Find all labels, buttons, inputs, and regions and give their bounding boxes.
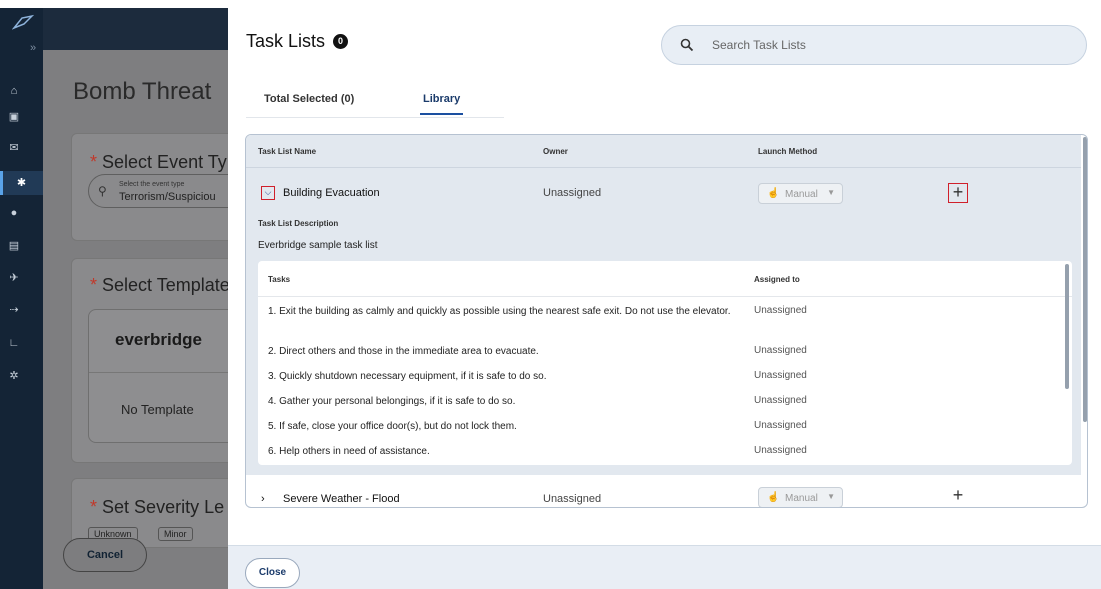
tasks-scrollbar[interactable] (1065, 264, 1069, 389)
add-task-list-button[interactable]: + (948, 486, 968, 507)
task-assigned: Unassigned (754, 395, 807, 406)
add-task-list-button[interactable]: + (948, 183, 968, 203)
launch-method-value: Manual (785, 493, 818, 504)
no-template-label: No Template (121, 402, 194, 417)
search-icon (680, 38, 694, 52)
template-label: * Select Template (90, 275, 230, 295)
expand-nav-icon[interactable]: » (30, 42, 36, 54)
template-card: * Select Template everbridge No Template (71, 258, 248, 463)
incidents-icon[interactable]: ▣ (6, 109, 22, 125)
launch-method-select[interactable]: ☝ Manual ▼ (758, 183, 843, 204)
caret-down-icon: ▼ (827, 492, 835, 501)
tab-bar: Total Selected (0) Library (246, 86, 504, 118)
tasks-column: Tasks (268, 275, 291, 284)
task-assigned: Unassigned (754, 345, 807, 356)
description-text: Everbridge sample task list (258, 240, 378, 251)
event-type-label: * Select Event Ty (90, 152, 227, 172)
task-list-name: Severe Weather - Flood (283, 493, 400, 505)
settings-icon[interactable]: ✲ (6, 368, 22, 384)
column-owner[interactable]: Owner (543, 147, 568, 156)
background-topbar (43, 8, 233, 50)
chevron-right-icon[interactable]: › (261, 493, 265, 505)
caret-down-icon: ▼ (827, 188, 835, 197)
drawer-footer: Close (228, 545, 1101, 589)
tab-library[interactable]: Library (419, 93, 464, 115)
task-text: 5. If safe, close your office door(s), b… (268, 421, 517, 432)
chevron-down-icon[interactable]: ⌵ (261, 186, 275, 200)
task-text: 2. Direct others and those in the immedi… (268, 346, 539, 357)
column-launch-method[interactable]: Launch Method (758, 147, 817, 156)
left-nav: » ⌂ ▣ ✉ ✱ ● ▤ ✈ ⇢ ∟ ✲ (0, 8, 43, 589)
event-type-card: * Select Event Ty ⚲ Select the event typ… (71, 133, 248, 241)
analytics-icon[interactable]: ∟ (6, 335, 22, 351)
notifications-icon[interactable]: ✉ (6, 140, 22, 156)
template-option[interactable]: everbridge No Template (88, 309, 248, 443)
column-task-list-name[interactable]: Task List Name (258, 147, 316, 156)
tasks-table: Tasks Assigned to 1. Exit the building a… (258, 261, 1072, 465)
task-list-owner: Unassigned (543, 493, 602, 505)
task-text: 3. Quickly shutdown necessary equipment,… (268, 371, 547, 382)
tab-total-selected[interactable]: Total Selected (0) (264, 93, 354, 105)
tasks-icon[interactable]: ✱ (0, 171, 43, 195)
task-list-name: Building Evacuation (283, 187, 380, 199)
severity-chip-minor[interactable]: Minor (158, 527, 193, 541)
task-text: 4. Gather your personal belongings, if i… (268, 396, 516, 407)
event-type-select[interactable]: ⚲ Select the event type Terrorism/Suspic… (88, 174, 248, 208)
table-row: ⌵ Building Evacuation Unassigned ☝ Manua… (246, 168, 1081, 475)
everbridge-logo: everbridge (115, 330, 202, 349)
task-assigned: Unassigned (754, 420, 807, 431)
close-button[interactable]: Close (245, 558, 300, 588)
drawer-title: Task Lists 0 (246, 31, 349, 52)
table-row: › Severe Weather - Flood Unassigned ☝ Ma… (246, 485, 1081, 507)
travel-icon[interactable]: ✈ (6, 270, 22, 286)
table-header: Task List Name Owner Launch Method (246, 135, 1081, 168)
template-divider (89, 372, 247, 373)
cancel-button[interactable]: Cancel (63, 538, 147, 572)
hand-icon: ☝ (767, 492, 780, 503)
flights-icon[interactable]: ⇢ (6, 302, 22, 318)
task-assigned: Unassigned (754, 370, 807, 381)
event-type-hint: Select the event type (119, 181, 185, 188)
severity-label: * Set Severity Le (90, 497, 225, 517)
task-text: 6. Help others in need of assistance. (268, 446, 430, 457)
page-title: Bomb Threat (73, 78, 212, 105)
task-list-owner: Unassigned (543, 187, 602, 199)
app-logo-icon (12, 14, 34, 30)
task-lists-drawer: Task Lists 0 Search Task Lists Total Sel… (228, 8, 1101, 589)
top-strip (0, 0, 1101, 8)
event-type-value: Terrorism/Suspiciou (119, 191, 216, 203)
launch-method-value: Manual (785, 189, 818, 200)
location-icon[interactable]: ● (6, 205, 22, 221)
search-icon: ⚲ (98, 184, 107, 198)
task-text: 1. Exit the building as calmly and quick… (268, 306, 731, 317)
task-list-table: Task List Name Owner Launch Method ⌵ Bui… (245, 134, 1088, 508)
home-icon[interactable]: ⌂ (6, 83, 22, 99)
task-assigned: Unassigned (754, 305, 807, 316)
launch-method-select[interactable]: ☝ Manual ▼ (758, 487, 843, 507)
calendar-icon[interactable]: ▤ (6, 238, 22, 254)
count-badge: 0 (333, 34, 349, 49)
hand-icon: ☝ (767, 188, 780, 199)
background-page: Bomb Threat * Select Event Ty ⚲ Select t… (43, 8, 248, 589)
panel-scrollbar[interactable] (1083, 137, 1087, 422)
search-input[interactable]: Search Task Lists (661, 25, 1087, 65)
tasks-header: Tasks Assigned to (258, 261, 1072, 297)
task-assigned: Unassigned (754, 445, 807, 456)
assigned-column: Assigned to (754, 275, 800, 284)
drawer-title-text: Task Lists (246, 31, 326, 51)
search-placeholder: Search Task Lists (712, 38, 806, 52)
description-label: Task List Description (258, 219, 339, 228)
